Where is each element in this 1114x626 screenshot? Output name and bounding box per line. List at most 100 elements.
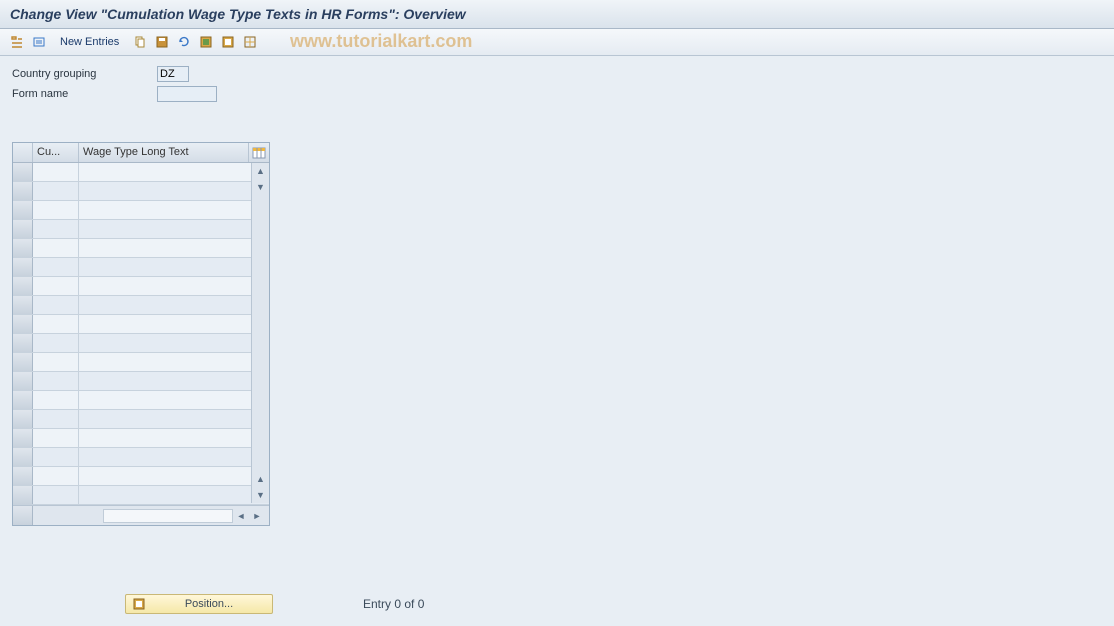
row-selector[interactable] bbox=[13, 486, 33, 504]
cell-cu[interactable] bbox=[33, 429, 79, 447]
expand-icon[interactable] bbox=[30, 33, 48, 51]
scroll-right-icon[interactable]: ► bbox=[249, 508, 265, 524]
scroll-left-icon[interactable]: ◄ bbox=[233, 508, 249, 524]
cell-cu[interactable] bbox=[33, 486, 79, 504]
table-row[interactable] bbox=[13, 182, 269, 201]
cell-cu[interactable] bbox=[33, 391, 79, 409]
save-icon[interactable] bbox=[153, 33, 171, 51]
row-selector[interactable] bbox=[13, 277, 33, 295]
table-row[interactable] bbox=[13, 296, 269, 315]
row-selector[interactable] bbox=[13, 315, 33, 333]
row-selector[interactable] bbox=[13, 372, 33, 390]
column-wage-type[interactable]: Wage Type Long Text bbox=[79, 143, 249, 162]
table-row[interactable] bbox=[13, 353, 269, 372]
toolbar: New Entries www.tutorialkart.com bbox=[0, 29, 1114, 56]
table-row[interactable] bbox=[13, 334, 269, 353]
cell-wage[interactable] bbox=[79, 220, 251, 238]
table-settings-icon[interactable] bbox=[249, 143, 269, 162]
hscroll-track[interactable] bbox=[103, 509, 233, 523]
deselect-icon[interactable] bbox=[219, 33, 237, 51]
cell-wage[interactable] bbox=[79, 163, 251, 181]
cell-cu[interactable] bbox=[33, 201, 79, 219]
row-selector[interactable] bbox=[13, 220, 33, 238]
row-selector[interactable] bbox=[13, 258, 33, 276]
cell-cu[interactable] bbox=[33, 353, 79, 371]
table-row[interactable] bbox=[13, 315, 269, 334]
row-selector[interactable] bbox=[13, 391, 33, 409]
cell-wage[interactable] bbox=[79, 201, 251, 219]
cell-cu[interactable] bbox=[33, 467, 79, 485]
cell-wage[interactable] bbox=[79, 182, 251, 200]
country-grouping-input[interactable] bbox=[157, 66, 189, 82]
table-row[interactable] bbox=[13, 448, 269, 467]
scroll-down-step-icon[interactable]: ▼ bbox=[253, 179, 269, 195]
cell-wage[interactable] bbox=[79, 334, 251, 352]
cell-wage[interactable] bbox=[79, 410, 251, 428]
cell-cu[interactable] bbox=[33, 448, 79, 466]
row-selector[interactable] bbox=[13, 448, 33, 466]
select-all-icon[interactable] bbox=[197, 33, 215, 51]
table-row[interactable] bbox=[13, 258, 269, 277]
row-selector[interactable] bbox=[13, 467, 33, 485]
cell-cu[interactable] bbox=[33, 258, 79, 276]
vertical-scrollbar[interactable]: ▲ ▼ ▲ ▼ bbox=[251, 163, 269, 503]
row-selector[interactable] bbox=[13, 334, 33, 352]
table-row[interactable] bbox=[13, 410, 269, 429]
table-row[interactable] bbox=[13, 372, 269, 391]
undo-icon[interactable] bbox=[175, 33, 193, 51]
cell-cu[interactable] bbox=[33, 410, 79, 428]
table-row[interactable] bbox=[13, 201, 269, 220]
cell-cu[interactable] bbox=[33, 182, 79, 200]
column-cu[interactable]: Cu... bbox=[33, 143, 79, 162]
cell-wage[interactable] bbox=[79, 467, 251, 485]
table-row[interactable] bbox=[13, 220, 269, 239]
select-all-column[interactable] bbox=[13, 143, 33, 162]
cell-wage[interactable] bbox=[79, 315, 251, 333]
cell-wage[interactable] bbox=[79, 258, 251, 276]
horizontal-scrollbar[interactable]: ◄ ► bbox=[13, 505, 269, 525]
scroll-down-icon[interactable]: ▼ bbox=[253, 487, 269, 503]
row-selector[interactable] bbox=[13, 353, 33, 371]
cell-wage[interactable] bbox=[79, 239, 251, 257]
cell-wage[interactable] bbox=[79, 353, 251, 371]
cell-cu[interactable] bbox=[33, 372, 79, 390]
toggle-icon[interactable] bbox=[8, 33, 26, 51]
row-selector[interactable] bbox=[13, 239, 33, 257]
new-entries-button[interactable]: New Entries bbox=[52, 34, 127, 50]
row-selector[interactable] bbox=[13, 182, 33, 200]
cell-cu[interactable] bbox=[33, 239, 79, 257]
cell-wage[interactable] bbox=[79, 372, 251, 390]
position-button[interactable]: Position... bbox=[125, 594, 273, 614]
country-grouping-label: Country grouping bbox=[12, 68, 157, 80]
cell-wage[interactable] bbox=[79, 296, 251, 314]
row-selector[interactable] bbox=[13, 201, 33, 219]
cell-cu[interactable] bbox=[33, 315, 79, 333]
cell-cu[interactable] bbox=[33, 334, 79, 352]
page-title: Change View "Cumulation Wage Type Texts … bbox=[10, 6, 466, 22]
table-row[interactable] bbox=[13, 163, 269, 182]
cell-wage[interactable] bbox=[79, 429, 251, 447]
form-name-input[interactable] bbox=[157, 86, 217, 102]
row-selector[interactable] bbox=[13, 296, 33, 314]
row-selector[interactable] bbox=[13, 410, 33, 428]
cell-wage[interactable] bbox=[79, 391, 251, 409]
table-row[interactable] bbox=[13, 277, 269, 296]
copy-icon[interactable] bbox=[131, 33, 149, 51]
table-row[interactable] bbox=[13, 429, 269, 448]
scroll-up-icon[interactable]: ▲ bbox=[253, 163, 269, 179]
cell-cu[interactable] bbox=[33, 277, 79, 295]
cell-wage[interactable] bbox=[79, 448, 251, 466]
table-row[interactable] bbox=[13, 239, 269, 258]
row-selector[interactable] bbox=[13, 163, 33, 181]
table-row[interactable] bbox=[13, 467, 269, 486]
cell-cu[interactable] bbox=[33, 163, 79, 181]
delimit-icon[interactable] bbox=[241, 33, 259, 51]
cell-wage[interactable] bbox=[79, 277, 251, 295]
scroll-up-step-icon[interactable]: ▲ bbox=[253, 471, 269, 487]
cell-wage[interactable] bbox=[79, 486, 251, 504]
cell-cu[interactable] bbox=[33, 296, 79, 314]
row-selector[interactable] bbox=[13, 429, 33, 447]
table-row[interactable] bbox=[13, 391, 269, 410]
table-row[interactable] bbox=[13, 486, 269, 505]
cell-cu[interactable] bbox=[33, 220, 79, 238]
